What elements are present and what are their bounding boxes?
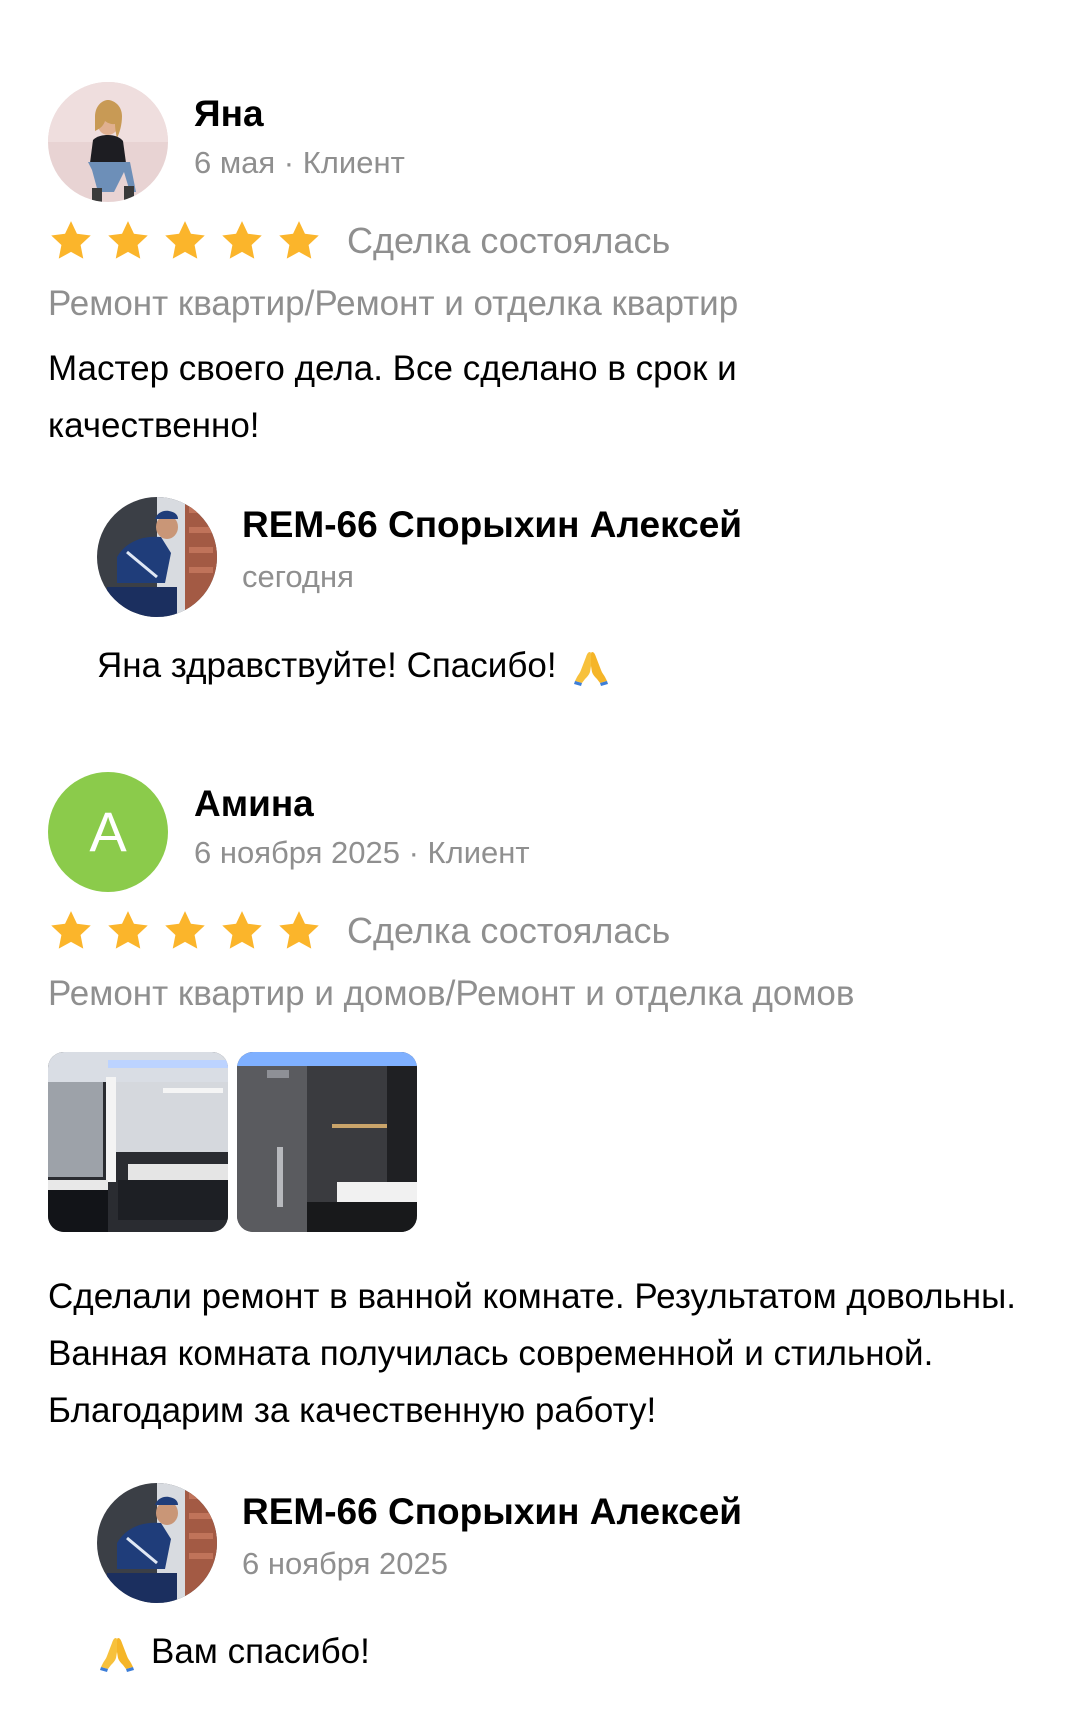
review-text: Мастер своего дела. Все сделано в срок и… — [48, 349, 737, 445]
rating-stars — [48, 218, 322, 264]
folded-hands-icon — [571, 646, 611, 686]
rating-row: Сделка состоялась — [48, 216, 670, 266]
rating-row: Сделка состоялась — [48, 906, 670, 956]
deal-status: Сделка состоялась — [347, 220, 671, 261]
review-author[interactable]: Яна — [194, 92, 264, 136]
avatar[interactable] — [48, 82, 168, 202]
star-icon — [48, 218, 94, 264]
star-icon — [105, 218, 151, 264]
reply-text-row: Яна здравствуйте! Спасибо! — [97, 644, 611, 688]
reply-text: Яна здравствуйте! Спасибо! — [97, 646, 557, 685]
star-icon — [276, 908, 322, 954]
bathroom-photo-1-icon — [48, 1052, 228, 1232]
review-author[interactable]: Амина — [194, 782, 314, 826]
reply-author[interactable]: REM-66 Спорыхин Алексей — [242, 503, 742, 547]
star-icon — [162, 908, 208, 954]
reply-avatar[interactable] — [97, 497, 217, 617]
deal-status: Сделка состоялась — [347, 910, 671, 951]
review-text: Сделали ремонт в ванной комнате. Результ… — [48, 1277, 1017, 1430]
review-meta: 6 мая · Клиент — [194, 145, 405, 180]
star-icon — [48, 908, 94, 954]
reply-avatar[interactable] — [97, 1483, 217, 1603]
star-icon — [219, 908, 265, 954]
folded-hands-icon — [97, 1632, 137, 1672]
reply-date: сегодня — [242, 559, 354, 594]
reply-author[interactable]: REM-66 Спорыхин Алексей — [242, 1490, 742, 1534]
review-photo[interactable] — [237, 1052, 417, 1232]
seller-photo-icon — [97, 497, 217, 617]
review-category: Ремонт квартир/Ремонт и отделка квартир — [48, 284, 739, 323]
seller-photo-icon — [97, 1483, 217, 1603]
bathroom-photo-2-icon — [237, 1052, 417, 1232]
star-icon — [162, 218, 208, 264]
rating-stars — [48, 908, 322, 954]
reply-date: 6 ноября 2025 — [242, 1546, 449, 1581]
review-photo[interactable] — [48, 1052, 228, 1232]
reply-text: Вам спасибо! — [151, 1632, 370, 1671]
reply-text-row: Вам спасибо! — [97, 1630, 370, 1674]
star-icon — [219, 218, 265, 264]
user-photo-icon — [48, 82, 168, 202]
avatar[interactable]: А — [48, 772, 168, 892]
star-icon — [276, 218, 322, 264]
star-icon — [105, 908, 151, 954]
review-category: Ремонт квартир и домов/Ремонт и отделка … — [48, 974, 855, 1013]
review-meta: 6 ноября 2025 · Клиент — [194, 835, 530, 870]
